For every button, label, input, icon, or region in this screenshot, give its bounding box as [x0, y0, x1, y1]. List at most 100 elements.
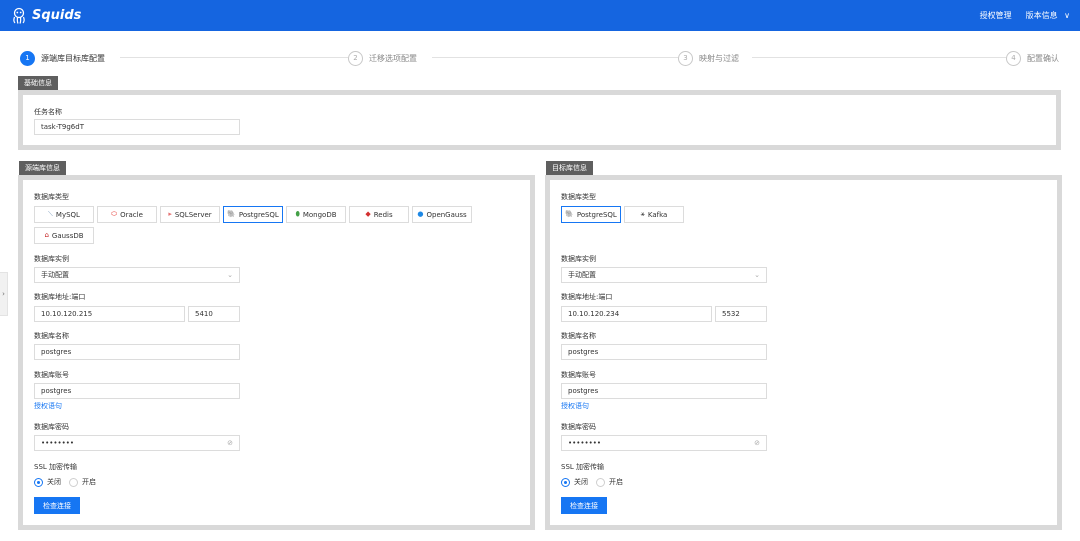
db-type-label: GaussDB	[51, 231, 84, 240]
target-instance-label: 数据库实例	[561, 255, 596, 263]
radio-label: 开启	[609, 478, 623, 486]
source-instance-value: 手动配置	[41, 271, 69, 279]
source-port-value: 5410	[195, 310, 213, 318]
step-progress: 1 源端库目标库配置 2 迁移选项配置 3 映射与过滤 4 配置确认	[20, 49, 1075, 67]
source-type-mongodb[interactable]: ⬮ MongoDB	[286, 206, 346, 223]
target-host-input[interactable]: 10.10.120.234	[561, 306, 712, 322]
step-number: 2	[348, 50, 363, 66]
target-grant-link[interactable]: 授权语句	[561, 401, 589, 411]
step-divider	[432, 57, 678, 58]
target-type-postgresql[interactable]: 🐘 PostgreSQL	[561, 206, 621, 223]
source-dbname-label: 数据库名称	[34, 332, 69, 340]
source-password-label: 数据库密码	[34, 423, 69, 431]
target-account-input[interactable]: postgres	[561, 383, 767, 399]
source-password-input[interactable]: •••••••• ⊘	[34, 435, 240, 451]
db-type-label: Kafka	[647, 210, 668, 219]
opengauss-icon: ●	[417, 210, 424, 218]
db-type-label: MongoDB	[302, 210, 337, 219]
step-label: 迁移选项配置	[369, 53, 417, 63]
mongodb-icon: ⬮	[295, 210, 300, 218]
chevron-down-icon: ∨	[1064, 11, 1070, 20]
step-2: 2 迁移选项配置	[348, 49, 423, 67]
radio-icon	[69, 477, 78, 487]
redis-icon: ◆	[365, 210, 371, 218]
step-divider	[752, 57, 1006, 58]
step-4: 4 配置确认	[1006, 49, 1059, 67]
source-type-postgresql[interactable]: 🐘 PostgreSQL	[223, 206, 283, 223]
target-ssl-on-radio[interactable]: 开启	[596, 477, 623, 487]
source-account-label: 数据库账号	[34, 371, 69, 379]
target-type-kafka[interactable]: ⚹ Kafka	[624, 206, 684, 223]
target-host-value: 10.10.120.234	[568, 310, 620, 318]
target-db-panel: 数据库类型 🐘 PostgreSQL ⚹ Kafka 数据库实例 手动配置 ⌄ 数据…	[545, 175, 1062, 530]
db-type-label: Oracle	[120, 210, 143, 219]
side-collapse-tab[interactable]: ›	[0, 272, 8, 316]
source-account-value: postgres	[41, 387, 72, 395]
target-account-value: postgres	[568, 387, 599, 395]
eye-off-icon[interactable]: ⊘	[754, 439, 760, 447]
step-label: 配置确认	[1027, 53, 1059, 63]
target-port-input[interactable]: 5532	[715, 306, 767, 322]
source-host-input[interactable]: 10.10.120.215	[34, 306, 185, 322]
gaussdb-icon: ⌂	[44, 231, 49, 239]
target-instance-value: 手动配置	[568, 271, 596, 279]
target-instance-select[interactable]: 手动配置 ⌄	[561, 267, 767, 283]
source-dbname-input[interactable]: postgres	[34, 344, 240, 360]
postgresql-icon: 🐘	[565, 210, 574, 218]
version-info-label: 版本信息	[1025, 11, 1058, 20]
step-number: 4	[1006, 50, 1021, 66]
top-nav: 授权管理 版本信息 ∨	[980, 10, 1070, 21]
source-type-redis[interactable]: ◆ Redis	[349, 206, 409, 223]
source-password-value: ••••••••	[41, 439, 75, 447]
source-ssl-on-radio[interactable]: 开启	[69, 477, 96, 487]
target-check-connection-button[interactable]: 检查连接	[561, 497, 607, 514]
source-type-oracle[interactable]: ⬭ Oracle	[97, 206, 157, 223]
source-db-panel: 数据库类型 ⟍ MySQL ⬭ Oracle ▸ SQLServer 🐘 Postgre…	[18, 175, 535, 530]
step-label: 源端库目标库配置	[41, 53, 105, 63]
sqlserver-icon: ▸	[168, 210, 172, 218]
version-info-menu[interactable]: 版本信息 ∨	[1026, 10, 1070, 21]
step-label: 映射与过滤	[699, 53, 739, 63]
license-management-link[interactable]: 授权管理	[980, 10, 1012, 21]
target-password-input[interactable]: •••••••• ⊘	[561, 435, 767, 451]
db-type-label: PostgreSQL	[576, 210, 617, 219]
target-ssl-label: SSL 加密传输	[561, 463, 605, 471]
source-port-input[interactable]: 5410	[188, 306, 240, 322]
source-ssl-off-radio[interactable]: 关闭	[34, 477, 61, 487]
target-addr-label: 数据库地址:端口	[561, 293, 613, 301]
source-account-input[interactable]: postgres	[34, 383, 240, 399]
section-tag-target: 目标库信息	[546, 161, 593, 175]
task-name-input[interactable]: task-T9g6dT	[34, 119, 240, 135]
source-type-sqlserver[interactable]: ▸ SQLServer	[160, 206, 220, 223]
section-tag-source: 源端库信息	[19, 161, 66, 175]
basic-info-panel: 任务名称 task-T9g6dT	[18, 90, 1061, 150]
source-instance-label: 数据库实例	[34, 255, 69, 263]
target-dbname-value: postgres	[568, 348, 599, 356]
source-type-opengauss[interactable]: ● OpenGauss	[412, 206, 472, 223]
target-password-label: 数据库密码	[561, 423, 596, 431]
app-title: Squids	[32, 8, 82, 23]
top-bar: Squids 授权管理 版本信息 ∨	[0, 0, 1080, 31]
step-1: 1 源端库目标库配置	[20, 49, 111, 67]
target-dbname-input[interactable]: postgres	[561, 344, 767, 360]
oracle-icon: ⬭	[111, 210, 118, 218]
source-grant-link[interactable]: 授权语句	[34, 401, 62, 411]
eye-off-icon[interactable]: ⊘	[227, 439, 233, 447]
db-type-label: PostgreSQL	[238, 210, 279, 219]
step-number: 3	[678, 50, 693, 66]
source-check-connection-button[interactable]: 检查连接	[34, 497, 80, 514]
chevron-down-icon: ⌄	[227, 271, 233, 279]
source-type-gaussdb[interactable]: ⌂ GaussDB	[34, 227, 94, 244]
step-3: 3 映射与过滤	[678, 49, 745, 67]
task-name-label: 任务名称	[34, 108, 62, 116]
logo[interactable]: Squids	[10, 7, 81, 25]
squid-logo-icon	[13, 7, 25, 24]
target-port-value: 5532	[722, 310, 740, 318]
chevron-down-icon: ⌄	[754, 271, 760, 279]
target-ssl-off-radio[interactable]: 关闭	[561, 477, 588, 487]
task-name-value: task-T9g6dT	[41, 123, 84, 131]
source-type-mysql[interactable]: ⟍ MySQL	[34, 206, 94, 223]
chevron-right-icon: ›	[2, 290, 5, 298]
source-instance-select[interactable]: 手动配置 ⌄	[34, 267, 240, 283]
target-dbname-label: 数据库名称	[561, 332, 596, 340]
